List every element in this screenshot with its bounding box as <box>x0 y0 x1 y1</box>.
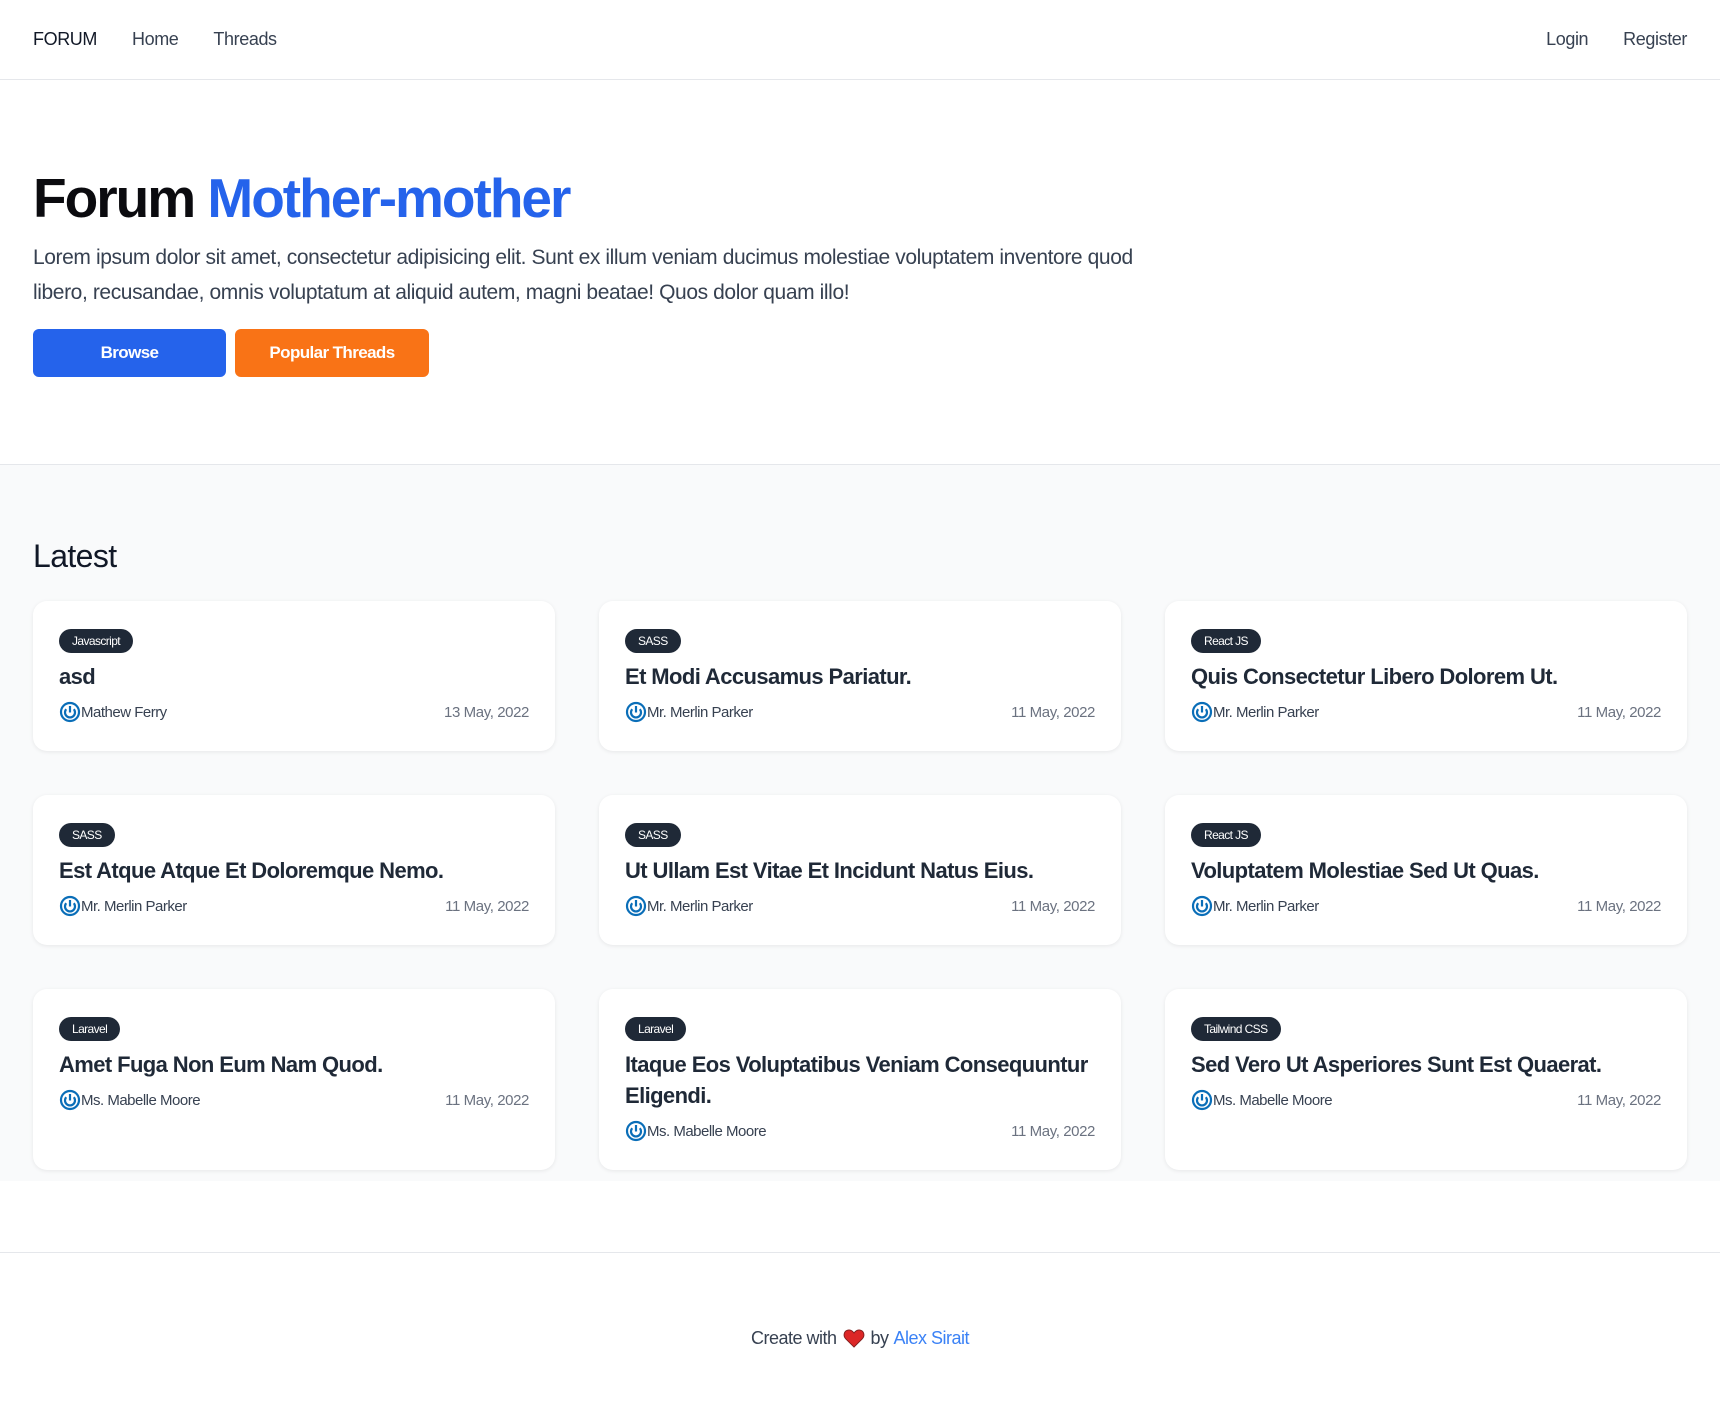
avatar-icon <box>59 895 81 917</box>
thread-tag[interactable]: SASS <box>625 823 681 847</box>
thread-author: Mr. Merlin Parker <box>1191 701 1319 723</box>
nav-right: Login Register <box>1511 29 1687 50</box>
hero-section: Forum Mother-mother Lorem ipsum dolor si… <box>0 80 1720 465</box>
latest-section: Latest Javascript asd Mathew Ferry 13 Ma… <box>0 465 1720 1181</box>
thread-tag[interactable]: SASS <box>59 823 115 847</box>
hero-title-accent: Mother-mother <box>207 167 571 229</box>
top-navbar: FORUM Home Threads Login Register <box>0 0 1720 80</box>
thread-title[interactable]: Sed Vero Ut Asperiores Sunt Est Quaerat. <box>1191 1049 1661 1080</box>
thread-title[interactable]: Est Atque Atque Et Doloremque Nemo. <box>59 855 529 886</box>
thread-date: 11 May, 2022 <box>1577 1091 1661 1109</box>
thread-meta: Ms. Mabelle Moore 11 May, 2022 <box>625 1120 1095 1142</box>
thread-tag[interactable]: Laravel <box>625 1017 687 1041</box>
thread-title[interactable]: Ut Ullam Est Vitae Et Incidunt Natus Eiu… <box>625 855 1095 886</box>
thread-title[interactable]: Et Modi Accusamus Pariatur. <box>625 661 1095 692</box>
nav-left: FORUM Home Threads <box>33 29 312 50</box>
thread-card[interactable]: React JS Quis Consectetur Libero Dolorem… <box>1165 601 1687 751</box>
thread-author-name[interactable]: Mathew Ferry <box>81 704 167 721</box>
avatar-icon <box>625 1120 647 1142</box>
brand-link[interactable]: FORUM <box>33 29 97 50</box>
thread-date: 11 May, 2022 <box>1011 897 1095 915</box>
thread-date: 11 May, 2022 <box>445 897 529 915</box>
thread-author-name[interactable]: Mr. Merlin Parker <box>647 898 753 915</box>
thread-author: Ms. Mabelle Moore <box>625 1120 767 1142</box>
heart-icon <box>843 1329 864 1348</box>
thread-card[interactable]: React JS Voluptatem Molestiae Sed Ut Qua… <box>1165 795 1687 945</box>
thread-tag[interactable]: Laravel <box>59 1017 121 1041</box>
popular-threads-button[interactable]: Popular Threads <box>235 329 429 377</box>
thread-author-name[interactable]: Mr. Merlin Parker <box>647 704 753 721</box>
thread-meta: Ms. Mabelle Moore 11 May, 2022 <box>59 1089 529 1111</box>
thread-author: Ms. Mabelle Moore <box>1191 1089 1333 1111</box>
thread-title[interactable]: Quis Consectetur Libero Dolorem Ut. <box>1191 661 1661 692</box>
nav-link-home[interactable]: Home <box>132 29 179 50</box>
thread-author: Mr. Merlin Parker <box>625 895 753 917</box>
thread-card[interactable]: SASS Est Atque Atque Et Doloremque Nemo.… <box>33 795 555 945</box>
thread-grid: Javascript asd Mathew Ferry 13 May, 2022… <box>33 601 1687 1170</box>
avatar-icon <box>1191 1089 1213 1111</box>
footer-prefix: Create with <box>750 1327 837 1348</box>
thread-date: 13 May, 2022 <box>444 703 529 721</box>
thread-title[interactable]: Amet Fuga Non Eum Nam Quod. <box>59 1049 529 1080</box>
thread-title[interactable]: Voluptatem Molestiae Sed Ut Quas. <box>1191 855 1661 886</box>
thread-card[interactable]: Laravel Itaque Eos Voluptatibus Veniam C… <box>599 989 1121 1170</box>
thread-title[interactable]: Itaque Eos Voluptatibus Veniam Consequun… <box>625 1049 1095 1111</box>
thread-meta: Ms. Mabelle Moore 11 May, 2022 <box>1191 1089 1661 1111</box>
thread-card[interactable]: Laravel Amet Fuga Non Eum Nam Quod. Ms. … <box>33 989 555 1170</box>
hero-buttons: Browse Popular Threads <box>33 329 1687 377</box>
hero-description: Lorem ipsum dolor sit amet, consectetur … <box>33 246 1133 304</box>
thread-tag[interactable]: Javascript <box>59 629 134 653</box>
thread-tag[interactable]: SASS <box>625 629 681 653</box>
thread-author-name[interactable]: Mr. Merlin Parker <box>1213 704 1319 721</box>
thread-author-name[interactable]: Ms. Mabelle Moore <box>1213 1092 1333 1109</box>
browse-button[interactable]: Browse <box>33 329 226 377</box>
thread-author: Mr. Merlin Parker <box>59 895 187 917</box>
thread-title[interactable]: asd <box>59 661 529 692</box>
thread-author: Mathew Ferry <box>59 701 167 723</box>
register-link[interactable]: Register <box>1623 29 1687 50</box>
thread-author-name[interactable]: Mr. Merlin Parker <box>81 898 187 915</box>
avatar-icon <box>59 701 81 723</box>
latest-title: Latest <box>33 538 117 574</box>
thread-tag[interactable]: React JS <box>1191 823 1261 847</box>
avatar-icon <box>625 895 647 917</box>
footer: Create with by Alex Sirait <box>0 1253 1720 1419</box>
thread-author-name[interactable]: Ms. Mabelle Moore <box>81 1092 201 1109</box>
thread-author-name[interactable]: Mr. Merlin Parker <box>1213 898 1319 915</box>
avatar-icon <box>625 701 647 723</box>
thread-meta: Mr. Merlin Parker 11 May, 2022 <box>59 895 529 917</box>
thread-author: Mr. Merlin Parker <box>1191 895 1319 917</box>
nav-link-threads[interactable]: Threads <box>213 29 277 50</box>
hero-title: Forum Mother-mother <box>33 168 1687 228</box>
thread-date: 11 May, 2022 <box>445 1091 529 1109</box>
thread-date: 11 May, 2022 <box>1011 703 1095 721</box>
thread-date: 11 May, 2022 <box>1577 703 1661 721</box>
thread-card[interactable]: SASS Et Modi Accusamus Pariatur. Mr. Mer… <box>599 601 1121 751</box>
thread-author-name[interactable]: Ms. Mabelle Moore <box>647 1123 767 1140</box>
thread-meta: Mr. Merlin Parker 11 May, 2022 <box>625 701 1095 723</box>
thread-meta: Mr. Merlin Parker 11 May, 2022 <box>1191 701 1661 723</box>
thread-meta: Mathew Ferry 13 May, 2022 <box>59 701 529 723</box>
hero-title-prefix: Forum <box>33 167 196 229</box>
avatar-icon <box>59 1089 81 1111</box>
avatar-icon <box>1191 895 1213 917</box>
thread-tag[interactable]: React JS <box>1191 629 1261 653</box>
thread-author: Ms. Mabelle Moore <box>59 1089 201 1111</box>
thread-card[interactable]: Javascript asd Mathew Ferry 13 May, 2022 <box>33 601 555 751</box>
thread-meta: Mr. Merlin Parker 11 May, 2022 <box>1191 895 1661 917</box>
footer-separator <box>0 1181 1720 1253</box>
avatar-icon <box>1191 701 1213 723</box>
footer-author-link[interactable]: Alex Sirait <box>894 1328 970 1349</box>
thread-author: Mr. Merlin Parker <box>625 701 753 723</box>
thread-meta: Mr. Merlin Parker 11 May, 2022 <box>625 895 1095 917</box>
thread-tag[interactable]: Tailwind CSS <box>1191 1017 1281 1041</box>
thread-card[interactable]: SASS Ut Ullam Est Vitae Et Incidunt Natu… <box>599 795 1121 945</box>
thread-date: 11 May, 2022 <box>1011 1122 1095 1140</box>
thread-date: 11 May, 2022 <box>1577 897 1661 915</box>
footer-by: by <box>870 1327 890 1348</box>
login-link[interactable]: Login <box>1546 29 1588 50</box>
thread-card[interactable]: Tailwind CSS Sed Vero Ut Asperiores Sunt… <box>1165 989 1687 1170</box>
